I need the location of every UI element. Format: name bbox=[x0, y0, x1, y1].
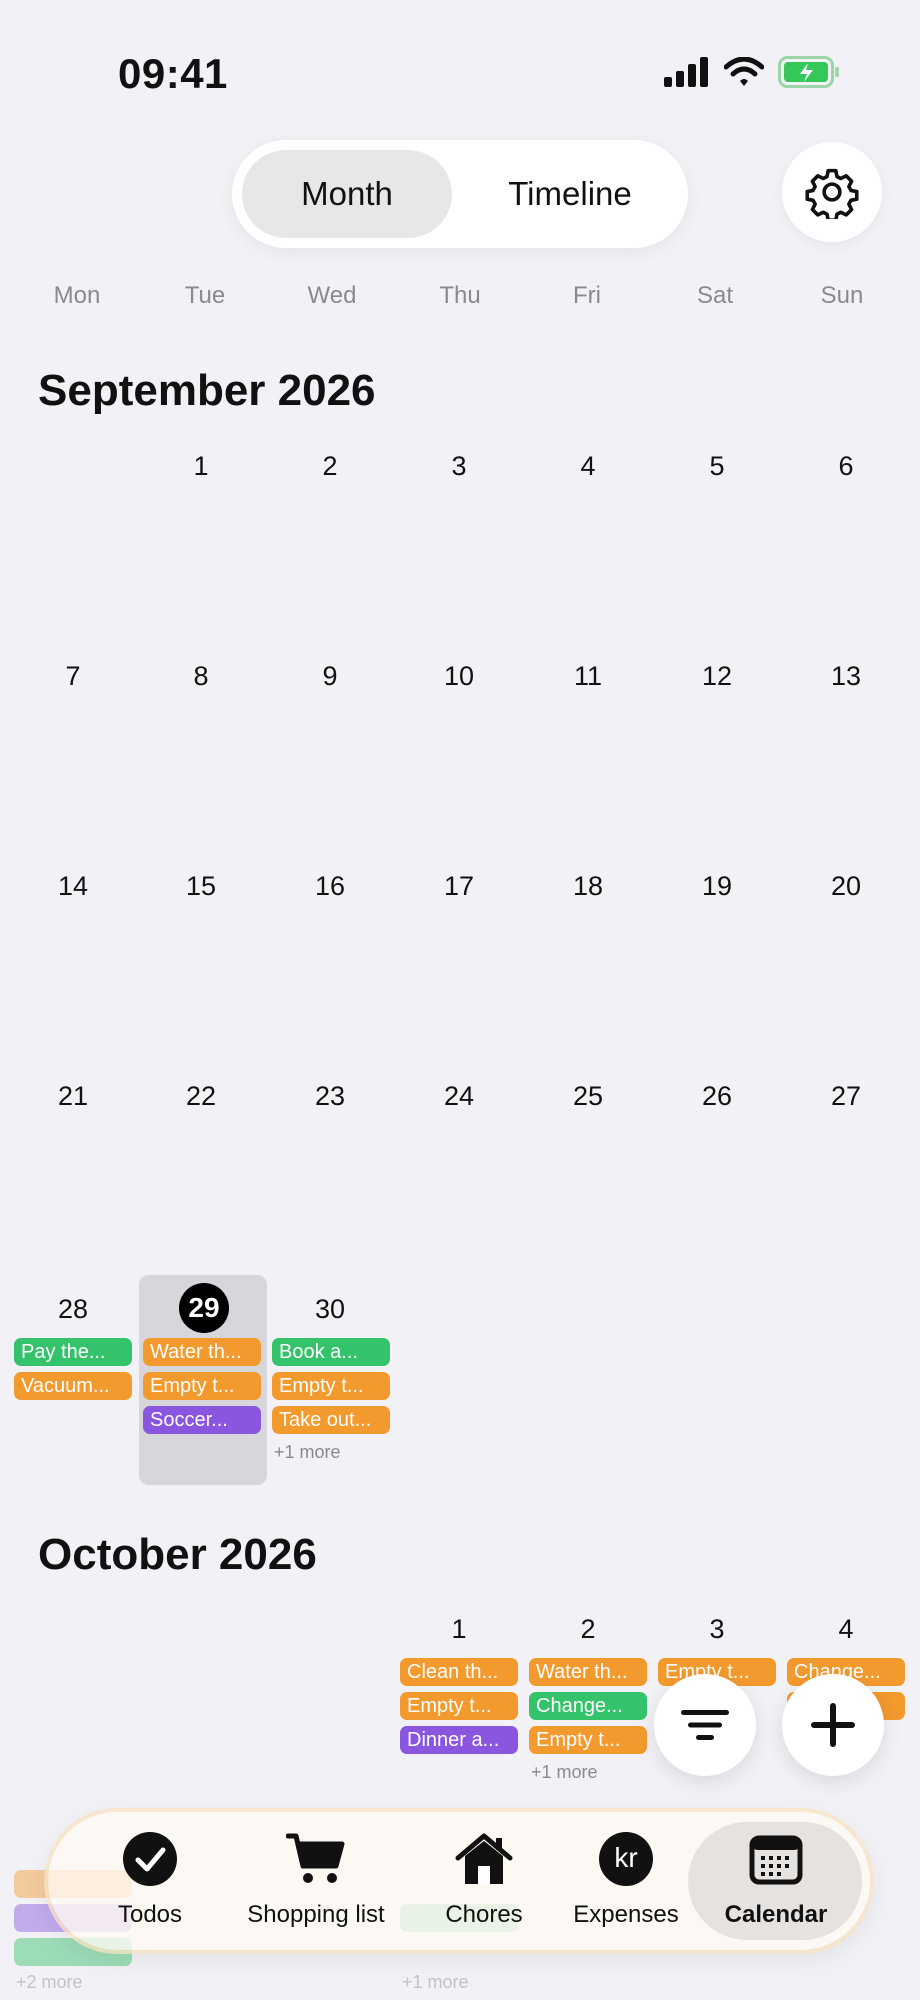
more-events-link[interactable]: +1 more bbox=[531, 1762, 598, 1783]
event-chip[interactable]: Take out... bbox=[272, 1406, 390, 1434]
tab-label: Chores bbox=[445, 1901, 523, 1928]
tab-label: Shopping list bbox=[247, 1901, 385, 1928]
day-cell[interactable]: 7 bbox=[9, 661, 137, 692]
day-cell[interactable]: 25 bbox=[524, 1081, 652, 1112]
event-chip[interactable]: Clean th... bbox=[400, 1658, 518, 1686]
view-switch: Month Timeline bbox=[232, 140, 688, 248]
event-chip[interactable]: Vacuum... bbox=[14, 1372, 132, 1400]
gear-icon bbox=[805, 168, 859, 219]
signal-icon bbox=[664, 57, 708, 87]
day-cell[interactable]: 1 bbox=[395, 1614, 523, 1645]
day-cell[interactable]: 21 bbox=[9, 1081, 137, 1112]
tab-label: Calendar bbox=[724, 1901, 828, 1928]
more-events-faded: +1 more bbox=[402, 1972, 469, 1992]
event-chip[interactable]: Empty t... bbox=[143, 1372, 261, 1400]
filter-button[interactable] bbox=[654, 1674, 756, 1776]
month-title-september: September 2026 bbox=[38, 366, 376, 415]
day-cell[interactable]: 16 bbox=[266, 871, 394, 902]
event-chip[interactable]: Dinner a... bbox=[400, 1726, 518, 1754]
day-cell[interactable]: 17 bbox=[395, 871, 523, 902]
day-cell[interactable]: 20 bbox=[782, 871, 910, 902]
tab-todos[interactable]: Todos bbox=[88, 1812, 212, 1950]
weekday-tue: Tue bbox=[184, 282, 226, 309]
day-cell[interactable]: 5 bbox=[653, 451, 781, 482]
day-cell[interactable]: 26 bbox=[653, 1081, 781, 1112]
tab-chores[interactable]: Chores bbox=[420, 1812, 548, 1950]
event-chip[interactable]: Water th... bbox=[529, 1658, 647, 1686]
day-cell[interactable]: 18 bbox=[524, 871, 652, 902]
day-cell[interactable]: 14 bbox=[9, 871, 137, 902]
more-events-link[interactable]: +1 more bbox=[274, 1442, 341, 1463]
more-events-faded: +2 more bbox=[16, 1972, 83, 1992]
day-cell[interactable]: 4 bbox=[524, 451, 652, 482]
weekday-sat: Sat bbox=[696, 282, 734, 309]
day-cell[interactable]: 27 bbox=[782, 1081, 910, 1112]
day-cell[interactable]: 13 bbox=[782, 661, 910, 692]
month-view-button[interactable]: Month bbox=[242, 150, 452, 238]
day-cell[interactable]: 1 bbox=[137, 451, 265, 482]
event-chip[interactable]: Water th... bbox=[143, 1338, 261, 1366]
plus-icon bbox=[811, 1703, 855, 1747]
today-day-number[interactable]: 29 bbox=[179, 1283, 229, 1333]
day-cell[interactable]: 4 bbox=[782, 1614, 910, 1645]
timeline-view-button[interactable]: Timeline bbox=[460, 150, 680, 238]
day-cell[interactable]: 10 bbox=[395, 661, 523, 692]
status-time: 09:41 bbox=[118, 50, 228, 97]
day-cell[interactable]: 12 bbox=[653, 661, 781, 692]
day-cell[interactable]: 8 bbox=[137, 661, 265, 692]
event-chip[interactable]: Empty t... bbox=[400, 1692, 518, 1720]
day-cell[interactable]: 23 bbox=[266, 1081, 394, 1112]
day-cell[interactable]: 3 bbox=[395, 451, 523, 482]
event-chip[interactable]: Empty t... bbox=[529, 1726, 647, 1754]
currency-icon: kr bbox=[599, 1832, 653, 1886]
day-cell[interactable]: 30 bbox=[266, 1294, 394, 1325]
weekday-wed: Wed bbox=[307, 282, 357, 309]
filter-icon bbox=[681, 1710, 729, 1740]
tab-bar: Todos Shopping list Chores kr Expenses C… bbox=[48, 1812, 870, 1950]
tab-calendar[interactable]: Calendar bbox=[696, 1812, 856, 1950]
weekday-fri: Fri bbox=[573, 282, 601, 309]
event-chip[interactable]: Empty t... bbox=[272, 1372, 390, 1400]
wifi-icon bbox=[724, 57, 764, 86]
day-cell[interactable]: 24 bbox=[395, 1081, 523, 1112]
day-cell[interactable]: 2 bbox=[266, 451, 394, 482]
day-cell[interactable]: 2 bbox=[524, 1614, 652, 1645]
weekday-thu: Thu bbox=[439, 282, 481, 309]
tab-shopping-list[interactable]: Shopping list bbox=[228, 1812, 404, 1950]
event-chip[interactable]: Book a... bbox=[272, 1338, 390, 1366]
tab-expenses[interactable]: kr Expenses bbox=[560, 1812, 692, 1950]
event-chip[interactable]: Pay the... bbox=[14, 1338, 132, 1366]
calendar-icon bbox=[749, 1832, 803, 1891]
event-chip[interactable]: Change... bbox=[529, 1692, 647, 1720]
month-title-october: October 2026 bbox=[38, 1530, 317, 1579]
house-icon bbox=[454, 1832, 514, 1891]
checkmark-icon bbox=[123, 1832, 177, 1891]
day-cell[interactable]: 3 bbox=[653, 1614, 781, 1645]
add-event-button[interactable] bbox=[782, 1674, 884, 1776]
day-cell[interactable]: 28 bbox=[9, 1294, 137, 1325]
tab-label: Expenses bbox=[573, 1901, 679, 1928]
day-cell[interactable]: 11 bbox=[524, 661, 652, 692]
weekday-mon: Mon bbox=[53, 282, 101, 309]
weekday-sun: Sun bbox=[820, 282, 864, 309]
cart-icon bbox=[285, 1832, 346, 1891]
day-cell[interactable]: 19 bbox=[653, 871, 781, 902]
day-cell[interactable]: 22 bbox=[137, 1081, 265, 1112]
day-cell[interactable]: 6 bbox=[782, 451, 910, 482]
event-chip[interactable]: Soccer... bbox=[143, 1406, 261, 1434]
settings-button[interactable] bbox=[782, 142, 882, 242]
status-icons bbox=[664, 56, 840, 88]
day-cell[interactable]: 9 bbox=[266, 661, 394, 692]
day-cell[interactable]: 15 bbox=[137, 871, 265, 902]
battery-icon bbox=[778, 56, 839, 88]
tab-label: Todos bbox=[117, 1901, 183, 1928]
